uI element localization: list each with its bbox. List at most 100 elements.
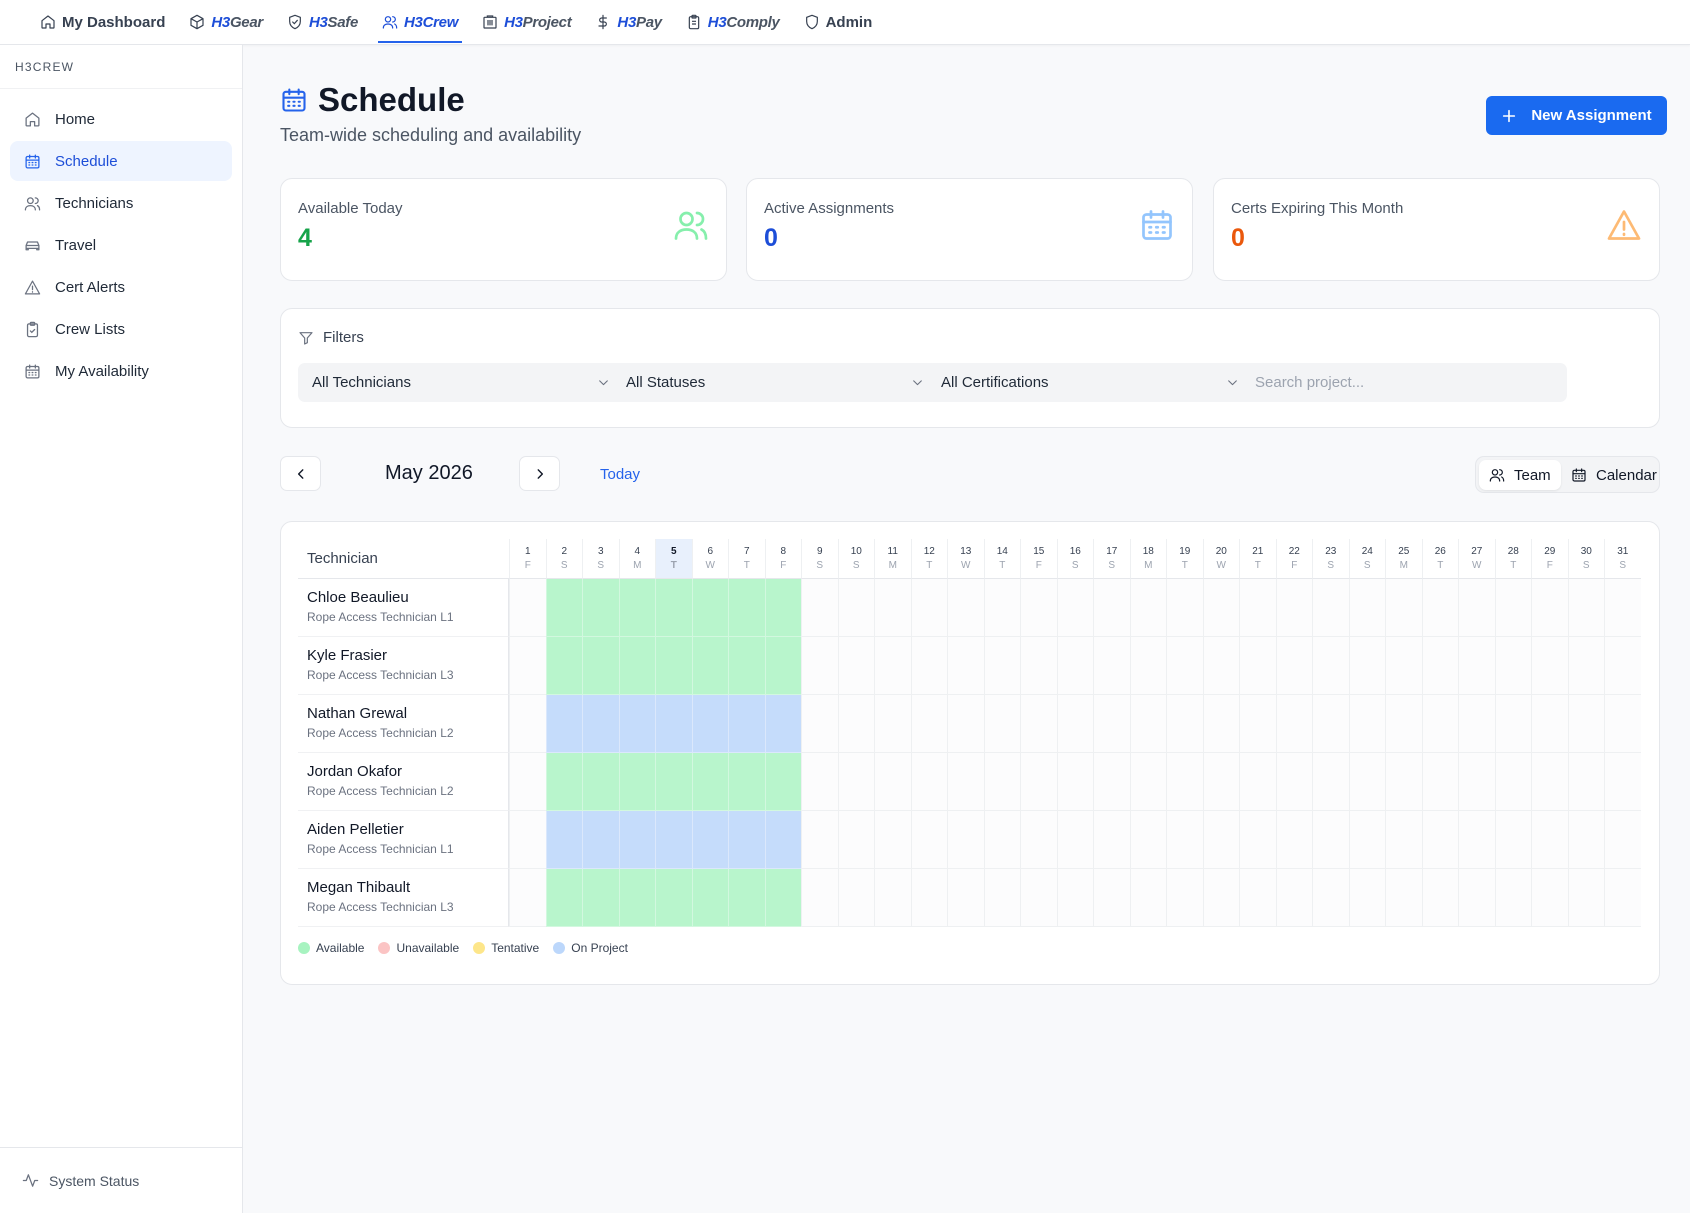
schedule-cell[interactable] bbox=[874, 753, 911, 811]
schedule-cell[interactable] bbox=[910, 753, 947, 811]
nav-my-dashboard[interactable]: My Dashboard bbox=[28, 0, 177, 45]
schedule-cell[interactable] bbox=[1312, 753, 1349, 811]
schedule-cell[interactable] bbox=[1494, 579, 1531, 637]
schedule-cell[interactable] bbox=[1166, 637, 1203, 695]
schedule-cell[interactable] bbox=[1312, 579, 1349, 637]
schedule-cell[interactable] bbox=[764, 811, 801, 869]
schedule-cell[interactable] bbox=[1312, 869, 1349, 927]
schedule-cell[interactable] bbox=[1093, 637, 1130, 695]
schedule-cell[interactable] bbox=[1567, 811, 1604, 869]
schedule-cell[interactable] bbox=[1239, 579, 1276, 637]
schedule-cell[interactable] bbox=[728, 811, 765, 869]
schedule-cell[interactable] bbox=[910, 811, 947, 869]
schedule-cell[interactable] bbox=[947, 695, 984, 753]
schedule-cell[interactable] bbox=[1202, 579, 1239, 637]
schedule-cell[interactable] bbox=[1604, 811, 1641, 869]
technician-row-header[interactable]: Megan Thibault Rope Access Technician L3 bbox=[298, 869, 509, 927]
schedule-cell[interactable] bbox=[545, 637, 582, 695]
schedule-cell[interactable] bbox=[1421, 869, 1458, 927]
schedule-cell[interactable] bbox=[655, 579, 692, 637]
schedule-cell[interactable] bbox=[691, 753, 728, 811]
schedule-cell[interactable] bbox=[655, 695, 692, 753]
schedule-cell[interactable] bbox=[947, 869, 984, 927]
previous-month-button[interactable] bbox=[280, 456, 321, 491]
schedule-cell[interactable] bbox=[1166, 811, 1203, 869]
schedule-cell[interactable] bbox=[1348, 811, 1385, 869]
schedule-cell[interactable] bbox=[837, 579, 874, 637]
schedule-cell[interactable] bbox=[874, 869, 911, 927]
sidebar-item-schedule[interactable]: Schedule bbox=[10, 141, 232, 181]
schedule-cell[interactable] bbox=[1239, 869, 1276, 927]
schedule-cell[interactable] bbox=[1020, 637, 1057, 695]
schedule-cell[interactable] bbox=[1093, 811, 1130, 869]
schedule-cell[interactable] bbox=[874, 695, 911, 753]
schedule-cell[interactable] bbox=[1385, 869, 1422, 927]
schedule-cell[interactable] bbox=[1239, 753, 1276, 811]
schedule-cell[interactable] bbox=[1421, 637, 1458, 695]
schedule-cell[interactable] bbox=[582, 869, 619, 927]
schedule-cell[interactable] bbox=[509, 637, 546, 695]
schedule-cell[interactable] bbox=[1056, 753, 1093, 811]
schedule-cell[interactable] bbox=[1020, 811, 1057, 869]
schedule-cell[interactable] bbox=[1385, 753, 1422, 811]
schedule-cell[interactable] bbox=[910, 695, 947, 753]
schedule-cell[interactable] bbox=[801, 695, 838, 753]
schedule-cell[interactable] bbox=[1093, 869, 1130, 927]
schedule-cell[interactable] bbox=[1567, 753, 1604, 811]
technician-row-header[interactable]: Kyle Frasier Rope Access Technician L3 bbox=[298, 637, 509, 695]
schedule-cell[interactable] bbox=[801, 811, 838, 869]
schedule-cell[interactable] bbox=[764, 637, 801, 695]
nav-h3safe[interactable]: H3Safe bbox=[275, 0, 370, 45]
schedule-cell[interactable] bbox=[1129, 695, 1166, 753]
schedule-cell[interactable] bbox=[691, 869, 728, 927]
schedule-cell[interactable] bbox=[582, 695, 619, 753]
schedule-cell[interactable] bbox=[801, 753, 838, 811]
schedule-cell[interactable] bbox=[1275, 695, 1312, 753]
schedule-cell[interactable] bbox=[1202, 695, 1239, 753]
schedule-cell[interactable] bbox=[545, 811, 582, 869]
schedule-cell[interactable] bbox=[691, 637, 728, 695]
schedule-cell[interactable] bbox=[1020, 695, 1057, 753]
schedule-cell[interactable] bbox=[618, 753, 655, 811]
schedule-cell[interactable] bbox=[874, 579, 911, 637]
schedule-cell[interactable] bbox=[1421, 579, 1458, 637]
schedule-cell[interactable] bbox=[618, 695, 655, 753]
new-assignment-button[interactable]: New Assignment bbox=[1486, 96, 1667, 135]
schedule-cell[interactable] bbox=[947, 753, 984, 811]
schedule-cell[interactable] bbox=[728, 869, 765, 927]
schedule-cell[interactable] bbox=[983, 695, 1020, 753]
schedule-cell[interactable] bbox=[1458, 637, 1495, 695]
schedule-cell[interactable] bbox=[1275, 637, 1312, 695]
schedule-cell[interactable] bbox=[1166, 695, 1203, 753]
schedule-cell[interactable] bbox=[545, 869, 582, 927]
schedule-cell[interactable] bbox=[1056, 811, 1093, 869]
schedule-cell[interactable] bbox=[1458, 811, 1495, 869]
schedule-cell[interactable] bbox=[764, 869, 801, 927]
nav-h3crew[interactable]: H3Crew bbox=[370, 0, 470, 45]
schedule-cell[interactable] bbox=[1531, 695, 1568, 753]
schedule-cell[interactable] bbox=[1421, 811, 1458, 869]
schedule-cell[interactable] bbox=[1202, 869, 1239, 927]
technician-row-header[interactable]: Aiden Pelletier Rope Access Technician L1 bbox=[298, 811, 509, 869]
schedule-cell[interactable] bbox=[1385, 811, 1422, 869]
schedule-cell[interactable] bbox=[1385, 695, 1422, 753]
schedule-cell[interactable] bbox=[1020, 753, 1057, 811]
schedule-cell[interactable] bbox=[983, 869, 1020, 927]
schedule-cell[interactable] bbox=[1531, 753, 1568, 811]
schedule-cell[interactable] bbox=[1458, 695, 1495, 753]
schedule-cell[interactable] bbox=[1166, 869, 1203, 927]
schedule-cell[interactable] bbox=[618, 637, 655, 695]
schedule-cell[interactable] bbox=[545, 753, 582, 811]
sidebar-item-technicians[interactable]: Technicians bbox=[10, 183, 232, 223]
schedule-cell[interactable] bbox=[582, 637, 619, 695]
schedule-cell[interactable] bbox=[509, 695, 546, 753]
schedule-cell[interactable] bbox=[1056, 695, 1093, 753]
schedule-cell[interactable] bbox=[1421, 753, 1458, 811]
schedule-cell[interactable] bbox=[1312, 637, 1349, 695]
schedule-cell[interactable] bbox=[1348, 753, 1385, 811]
schedule-cell[interactable] bbox=[1239, 695, 1276, 753]
schedule-cell[interactable] bbox=[1385, 637, 1422, 695]
schedule-cell[interactable] bbox=[1202, 637, 1239, 695]
nav-h3project[interactable]: H3Project bbox=[470, 0, 583, 45]
team-view-button[interactable]: Team bbox=[1479, 460, 1561, 490]
